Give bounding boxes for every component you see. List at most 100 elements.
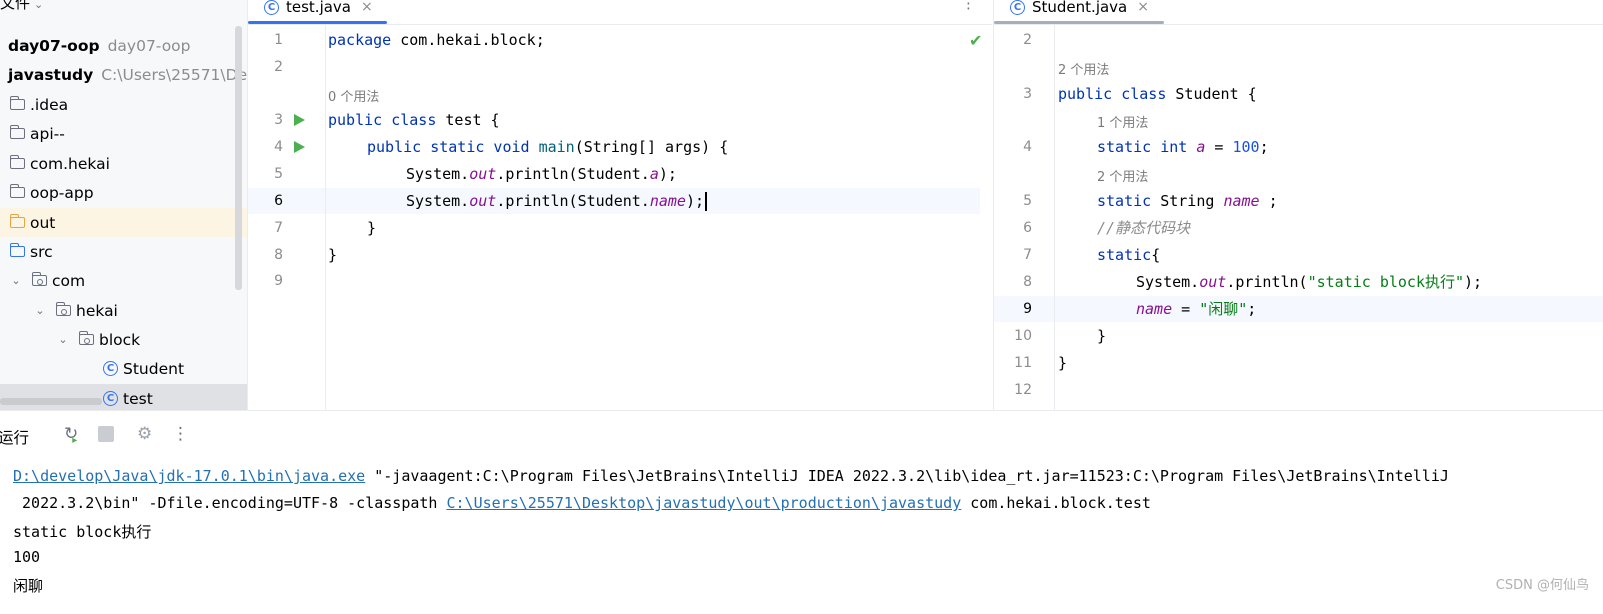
code-line-1: package com.hekai.block; xyxy=(328,31,545,49)
code-line-6: //静态代码块 xyxy=(1097,219,1191,237)
chevron-down-icon[interactable]: ⌄ xyxy=(10,274,22,287)
close-icon[interactable]: × xyxy=(1137,0,1149,15)
code-line-5: System.out.println(Student.a); xyxy=(406,165,677,183)
tab-label: Student.java xyxy=(1032,0,1128,16)
tree-item-folder-api[interactable]: api-- xyxy=(0,119,247,148)
line-number: 2 xyxy=(1023,32,1032,48)
folder-icon xyxy=(9,184,25,198)
chevron-down-icon[interactable]: ⌄ xyxy=(34,0,43,11)
usage-hint[interactable]: 0 个用法 xyxy=(328,86,379,105)
sidebar-horizontal-scrollbar[interactable] xyxy=(0,398,102,405)
line-number: 6 xyxy=(1023,220,1032,236)
current-line-highlight xyxy=(994,296,1603,322)
code-line-7: } xyxy=(367,219,377,237)
tab-label: test.java xyxy=(286,0,352,16)
more-options-icon[interactable]: ⋮ xyxy=(961,0,976,12)
tree-item-label: out xyxy=(30,213,56,232)
line-number: 11 xyxy=(1014,355,1032,371)
tree-item-folder-src[interactable]: src xyxy=(0,237,247,266)
close-icon[interactable]: × xyxy=(361,0,373,15)
code-line-3: public class test { xyxy=(328,111,500,129)
class-icon: C xyxy=(103,391,118,406)
tree-item-label: com.hekai xyxy=(30,154,110,173)
editor-test-java[interactable]: C test.java × ⋮ 1 2 3 4 5 6 7 8 9 ✔ pack… xyxy=(248,0,992,410)
classpath-link[interactable]: C:\Users\25571\Desktop\javastudy\out\pro… xyxy=(446,494,961,512)
run-panel-title[interactable]: 运行 xyxy=(0,426,29,448)
run-class-icon[interactable] xyxy=(294,114,305,126)
console-output-line: 闲聊 xyxy=(13,577,44,595)
line-number-current: 6 xyxy=(274,193,283,209)
chevron-down-icon[interactable]: ⌄ xyxy=(34,304,46,317)
tree-item-folder-com-hekai[interactable]: com.hekai xyxy=(0,149,247,178)
usage-hint[interactable]: 2 个用法 xyxy=(1058,59,1109,78)
run-tool-window: 运行 ↻▸ ⚙ ⋮ D:\develop\Java\jdk-17.0.1\bin… xyxy=(0,410,1603,614)
line-number: 7 xyxy=(1023,247,1032,263)
project-name: day07-oop xyxy=(8,36,100,55)
line-number: 4 xyxy=(1023,139,1032,155)
stop-icon[interactable] xyxy=(98,426,114,442)
tab-bar-divider xyxy=(994,24,1603,25)
source-folder-icon xyxy=(9,243,25,257)
rerun-icon[interactable]: ↻▸ xyxy=(64,424,83,446)
console-line-command: D:\develop\Java\jdk-17.0.1\bin\java.exe … xyxy=(13,467,1449,485)
line-number: 3 xyxy=(274,112,283,128)
editor-student-java[interactable]: C Student.java × 2 3 4 5 6 7 8 9 10 11 1… xyxy=(993,0,1603,410)
code-line-5: static String name ; xyxy=(1097,192,1278,210)
code-line-8: System.out.println("static block执行"); xyxy=(1136,273,1483,291)
console-line-command-cont: 2022.3.2\bin" -Dfile.encoding=UTF-8 -cla… xyxy=(13,494,1151,512)
tree-item-folder-out[interactable]: out xyxy=(0,208,247,237)
code-line-3: public class Student { xyxy=(1058,85,1257,103)
tree-item-class-student[interactable]: C Student xyxy=(0,354,247,383)
line-number: 5 xyxy=(1023,193,1032,209)
tab-test-java[interactable]: C test.java × xyxy=(264,0,373,20)
code-line-10: } xyxy=(1097,327,1107,345)
code-line-4: public static void main(String[] args) { xyxy=(367,138,729,156)
folder-icon xyxy=(9,125,25,139)
tree-item-label: src xyxy=(30,242,53,261)
console-output-line: 100 xyxy=(13,548,41,566)
debug-icon[interactable]: ⚙ xyxy=(137,424,152,444)
project-hint: day07-oop xyxy=(107,36,191,55)
chevron-down-icon[interactable]: ⌄ xyxy=(57,333,69,346)
code-line-8: } xyxy=(328,246,338,264)
package-icon xyxy=(78,331,94,345)
tree-item-package-block[interactable]: ⌄ block xyxy=(0,325,247,354)
tree-item-label: block xyxy=(99,330,141,349)
class-icon: C xyxy=(264,0,279,15)
tree-item-project-day07-oop[interactable]: day07-oop day07-oop xyxy=(8,31,247,60)
more-options-icon[interactable]: ⋮ xyxy=(172,424,189,444)
project-view-header[interactable]: 文件 ⌄ xyxy=(0,0,43,14)
line-number: 10 xyxy=(1014,328,1032,344)
class-icon: C xyxy=(103,361,118,376)
tree-item-folder-idea[interactable]: .idea xyxy=(0,90,247,119)
tree-item-project-javastudy[interactable]: javastudy C:\Users\25571\Des xyxy=(8,60,247,89)
code-line-6: System.out.println(Student.name); xyxy=(406,191,707,211)
usage-hint[interactable]: 2 个用法 xyxy=(1097,166,1148,185)
code-line-9: name = "闲聊"; xyxy=(1136,300,1257,318)
gutter-divider xyxy=(1054,25,1055,410)
tree-item-package-com[interactable]: ⌄ com xyxy=(0,266,247,295)
inspection-ok-icon[interactable]: ✔ xyxy=(969,31,982,50)
run-toolbar: 运行 ↻▸ ⚙ ⋮ xyxy=(0,411,1603,459)
usage-hint[interactable]: 1 个用法 xyxy=(1097,112,1148,131)
tree-item-label: api-- xyxy=(30,124,65,143)
package-icon xyxy=(31,272,47,286)
line-number: 12 xyxy=(1014,382,1032,398)
line-number: 1 xyxy=(274,32,283,48)
project-name: javastudy xyxy=(8,65,94,84)
java-exe-link[interactable]: D:\develop\Java\jdk-17.0.1\bin\java.exe xyxy=(13,467,365,485)
tree-item-package-hekai[interactable]: ⌄ hekai xyxy=(0,296,247,325)
tree-item-class-test[interactable]: C test xyxy=(0,384,247,410)
tree-item-label: test xyxy=(123,389,153,408)
sidebar-scrollbar[interactable] xyxy=(235,26,242,290)
tab-student-java[interactable]: C Student.java × xyxy=(1010,0,1149,20)
line-number: 4 xyxy=(274,139,283,155)
code-line-11: } xyxy=(1058,354,1068,372)
code-line-7: static{ xyxy=(1097,246,1161,264)
line-number: 3 xyxy=(1023,86,1032,102)
run-main-icon[interactable] xyxy=(294,141,305,153)
tree-item-label: .idea xyxy=(30,95,69,114)
tree-item-label: oop-app xyxy=(30,183,94,202)
tab-bar-divider xyxy=(248,24,992,25)
tree-item-folder-oop-app[interactable]: oop-app xyxy=(0,178,247,207)
